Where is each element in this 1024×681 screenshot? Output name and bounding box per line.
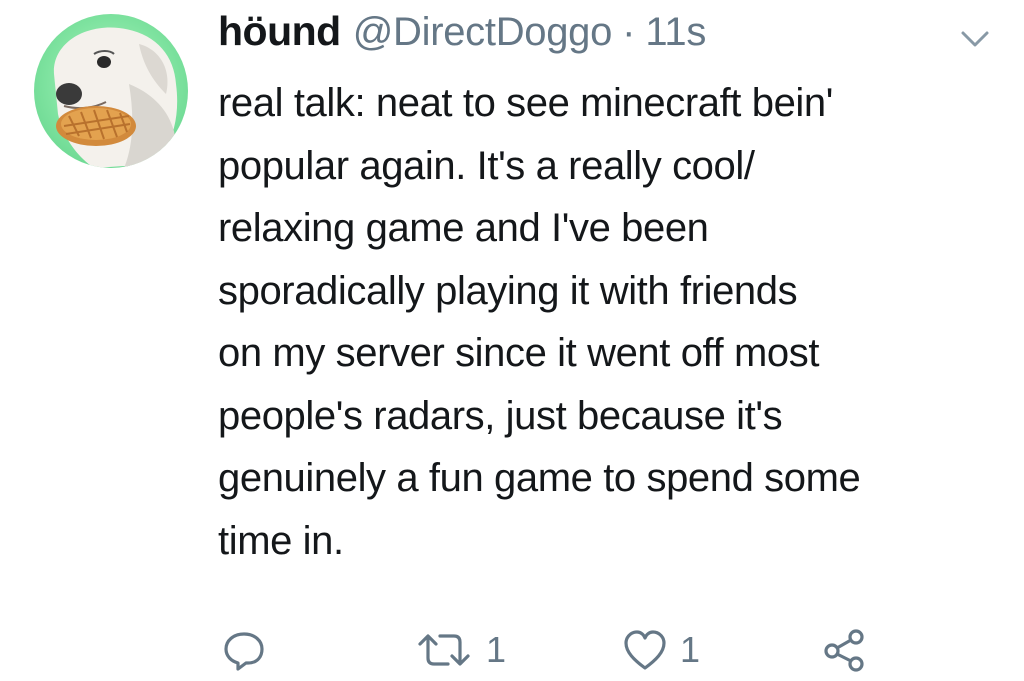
display-name[interactable]: höund: [218, 8, 341, 55]
like-count: 1: [680, 629, 701, 670]
user-handle[interactable]: @DirectDoggo: [353, 10, 613, 55]
tweet-header: höund @DirectDoggo · 11s: [218, 8, 706, 68]
tweet-text: real talk: neat to see minecraft bein' p…: [218, 81, 861, 563]
avatar[interactable]: [34, 14, 188, 168]
share-button[interactable]: [822, 620, 868, 680]
reply-button[interactable]: [222, 620, 266, 680]
tweet: höund @DirectDoggo · 11s real talk: neat…: [0, 0, 1024, 681]
chevron-down-icon: [961, 31, 989, 47]
like-button[interactable]: 1: [622, 620, 700, 680]
heart-icon: [624, 630, 666, 670]
separator-dot: ·: [622, 10, 636, 54]
share-icon: [824, 629, 864, 672]
retweet-icon: [418, 634, 470, 666]
retweet-count: 1: [486, 629, 507, 670]
dog-with-waffle-avatar-icon: [53, 27, 178, 168]
retweet-button[interactable]: 1: [414, 620, 506, 680]
reply-icon: [224, 632, 264, 671]
more-options-button[interactable]: [960, 28, 990, 50]
timestamp[interactable]: 11s: [645, 10, 706, 55]
tweet-actions: 1 1: [0, 620, 1024, 680]
